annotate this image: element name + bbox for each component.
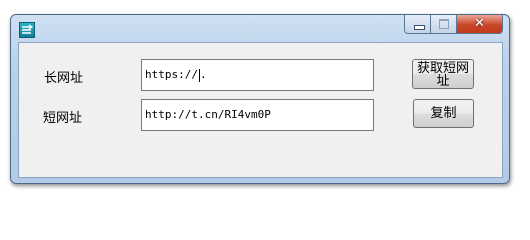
maximize-icon <box>439 19 449 29</box>
window-controls: ✕ <box>404 15 503 35</box>
app-icon[interactable] <box>19 22 35 38</box>
form-panel: 长网址 https://. 获取短网址 短网址 http://t.cn/RI4v… <box>18 42 503 178</box>
minimize-button[interactable] <box>404 15 431 34</box>
long-url-label: 长网址 <box>44 71 84 86</box>
title-bar[interactable]: ✕ <box>11 15 509 41</box>
close-button[interactable]: ✕ <box>457 15 503 34</box>
long-url-suffix: . <box>199 68 207 81</box>
long-url-input[interactable]: https://. <box>141 59 374 91</box>
fetch-short-url-button[interactable]: 获取短网址 <box>412 59 474 89</box>
minimize-icon <box>414 25 425 30</box>
maximize-button[interactable] <box>431 15 457 34</box>
copy-button[interactable]: 复制 <box>413 99 474 128</box>
app-window: ✕ 长网址 https://. 获取短网址 短网址 http://t.cn/RI… <box>10 14 510 184</box>
long-url-value: https:// <box>145 68 198 81</box>
short-url-input[interactable]: http://t.cn/RI4vm0P <box>141 99 374 131</box>
close-icon: ✕ <box>474 16 485 31</box>
short-url-label: 短网址 <box>43 111 83 126</box>
